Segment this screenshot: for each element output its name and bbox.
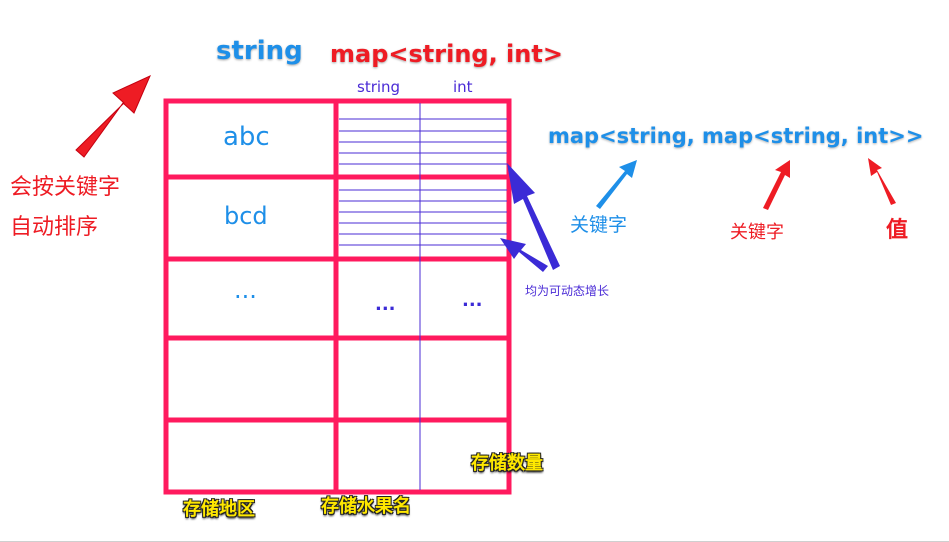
- inner-map-rows-2: [339, 189, 507, 246]
- map-signature: map<string, map<string, int>>: [548, 124, 924, 148]
- outer-table: [163, 98, 512, 495]
- blue-arrow-icon: [596, 160, 637, 209]
- dynamic-growth-note: 均为可动态增长: [525, 284, 610, 298]
- inner-map-rows-1: [339, 118, 507, 165]
- region-cell-bcd: bcd: [224, 202, 268, 230]
- red-arrow-key-icon: [763, 160, 790, 210]
- region-column-label: 存储地区: [183, 499, 255, 520]
- red-arrow-icon: [75, 75, 151, 158]
- sort-note: 会按关键字 自动排序: [10, 168, 120, 248]
- inner-key-label: 关键字: [730, 222, 784, 243]
- inner-value-ellipsis: ...: [462, 290, 483, 311]
- value-label: 值: [886, 218, 909, 243]
- inner-value-header: int: [453, 78, 473, 96]
- region-cell-ellipsis: ...: [234, 276, 257, 304]
- sort-note-line2: 自动排序: [10, 215, 99, 240]
- quantity-column-label: 存储数量: [471, 453, 543, 474]
- outer-key-type-title: string: [216, 36, 303, 66]
- outer-value-type-title: map<string, int>: [330, 40, 563, 68]
- sort-note-line1: 会按关键字: [10, 175, 121, 200]
- region-cell-abc: abc: [223, 122, 270, 152]
- outer-key-label: 关键字: [570, 214, 628, 236]
- red-arrow-value-icon: [868, 158, 896, 205]
- fruit-column-label: 存储水果名: [321, 496, 411, 517]
- inner-key-header: string: [357, 78, 401, 96]
- inner-key-ellipsis: ...: [375, 294, 396, 315]
